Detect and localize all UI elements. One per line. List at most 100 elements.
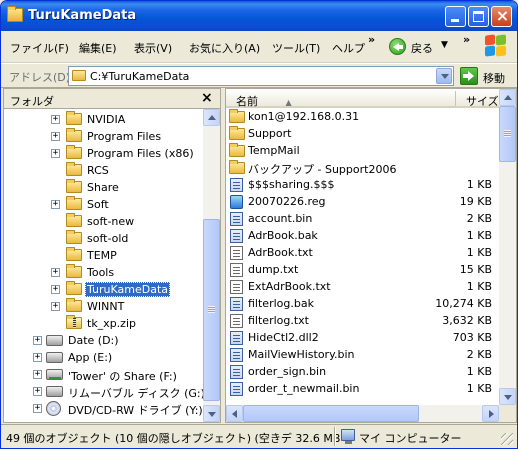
scroll-right-button[interactable] — [482, 405, 499, 422]
tree-item[interactable]: soft-old — [4, 230, 203, 247]
tree-item[interactable]: + NVIDIA — [4, 111, 203, 128]
address-input[interactable]: C:¥TuruKameData — [68, 66, 454, 86]
title-bar[interactable]: TuruKameData × — [1, 1, 517, 31]
expand-toggle-icon[interactable]: + — [51, 285, 60, 294]
folder-pane-close-button[interactable]: × — [201, 90, 213, 106]
cd-drive-icon — [46, 401, 61, 416]
menu-tools[interactable]: ツール(T) — [272, 40, 320, 56]
address-label: アドレス(D) — [9, 71, 71, 84]
expand-toggle-icon[interactable]: + — [33, 336, 42, 345]
registry-file-icon — [230, 195, 243, 209]
file-row[interactable]: バックアップ - Support2006 — [226, 159, 499, 176]
tree-item[interactable]: + 'Tower' の Share (F:) — [4, 366, 203, 383]
menu-edit[interactable]: 編集(E) — [79, 40, 117, 56]
menu-overflow-chevron[interactable]: » — [368, 33, 375, 46]
folder-pane: フォルダ × + NVIDIA + Program Files + Program Fil… — [3, 88, 221, 423]
file-row[interactable]: filterlog.txt 3,632 KB — [226, 312, 499, 329]
status-bar: 49 個のオブジェクト (10 個の隠しオブジェクト) (空きデ 32.6 MB… — [1, 424, 517, 448]
hscroll-thumb[interactable] — [243, 405, 419, 422]
file-name: Support — [248, 127, 292, 140]
tree-item[interactable]: soft-new — [4, 213, 203, 230]
minimize-button[interactable] — [445, 6, 466, 27]
file-row[interactable]: $$$sharing.$$$ 1 KB — [226, 176, 499, 193]
expand-toggle-icon[interactable]: + — [33, 404, 42, 413]
file-row[interactable]: TempMail — [226, 142, 499, 159]
menu-file[interactable]: ファイル(F) — [10, 40, 69, 56]
file-row[interactable]: filterlog.bak 10,274 KB — [226, 295, 499, 312]
file-row[interactable]: dump.txt 15 KB — [226, 261, 499, 278]
text-file-icon — [230, 314, 243, 328]
expand-toggle-icon[interactable]: + — [51, 132, 60, 141]
file-row[interactable]: kon1@192.168.0.31 — [226, 108, 499, 125]
menu-bar: ファイル(F) 編集(E) 表示(V) お気に入り(A) ツール(T) ヘルプ … — [1, 31, 517, 63]
expand-toggle-icon[interactable]: + — [51, 115, 60, 124]
tree-item[interactable]: tk_xp.zip — [4, 315, 203, 332]
folder-tree-scrollbar[interactable] — [203, 109, 220, 422]
scroll-up-button[interactable] — [499, 89, 516, 106]
file-row[interactable]: ExtAdrBook.txt 1 KB — [226, 278, 499, 295]
file-row[interactable]: AdrBook.txt 1 KB — [226, 244, 499, 261]
back-button[interactable]: 戻る ▼ — [389, 37, 454, 57]
file-row[interactable]: Support — [226, 125, 499, 142]
window-title: TuruKameData — [28, 8, 137, 23]
scroll-thumb[interactable] — [203, 219, 220, 401]
file-row[interactable]: 20070226.reg 19 KB — [226, 193, 499, 210]
tree-item[interactable]: + Date (D:) — [4, 332, 203, 349]
folder-icon — [66, 247, 82, 261]
menu-favorites[interactable]: お気に入り(A) — [189, 40, 260, 56]
tree-item[interactable]: + TuruKameData — [4, 281, 203, 298]
expand-toggle-icon[interactable]: + — [51, 302, 60, 311]
menu-help[interactable]: ヘルプ — [332, 40, 365, 56]
tree-item[interactable]: Share — [4, 179, 203, 196]
folder-icon — [229, 160, 245, 174]
expand-toggle-icon[interactable]: + — [51, 268, 60, 277]
tree-item[interactable]: + WINNT — [4, 298, 203, 315]
close-button[interactable]: × — [491, 6, 512, 27]
file-row[interactable]: order_t_newmail.bin 1 KB — [226, 380, 499, 397]
scroll-left-button[interactable] — [226, 405, 243, 422]
go-button[interactable]: 移動 — [460, 67, 516, 85]
scroll-up-button[interactable] — [203, 109, 220, 126]
back-dropdown-icon[interactable]: ▼ — [441, 40, 448, 50]
menu-view[interactable]: 表示(V) — [134, 40, 172, 56]
expand-toggle-icon[interactable]: + — [33, 370, 42, 379]
file-row[interactable]: account.bin 2 KB — [226, 210, 499, 227]
file-list-scrollbar[interactable] — [499, 89, 516, 405]
address-dropdown-button[interactable] — [436, 68, 452, 84]
scroll-thumb[interactable] — [499, 106, 516, 162]
folder-icon — [229, 126, 245, 140]
file-row[interactable]: MailViewHistory.bin 2 KB — [226, 346, 499, 363]
column-separator[interactable] — [455, 91, 456, 106]
file-row[interactable]: AdrBook.bak 1 KB — [226, 227, 499, 244]
file-row[interactable]: order_sign.bin 1 KB — [226, 363, 499, 380]
expand-toggle-icon[interactable]: + — [33, 353, 42, 362]
resize-grip[interactable] — [501, 433, 513, 445]
tree-item[interactable]: + Program Files (x86) — [4, 145, 203, 162]
scroll-down-button[interactable] — [499, 388, 516, 405]
status-location: マイ コンピューター — [359, 432, 462, 445]
tree-item[interactable]: + リムーバブル ディスク (G:) — [4, 383, 203, 400]
column-name-header[interactable]: 名前 ▲ — [236, 93, 292, 109]
tree-item-label: RCS — [87, 164, 109, 177]
column-name-label: 名前 — [236, 95, 258, 108]
file-name: バックアップ - Support2006 — [248, 163, 397, 176]
column-size-header[interactable]: サイズ — [466, 93, 499, 109]
maximize-button[interactable] — [468, 6, 489, 27]
toolbar-overflow-chevron[interactable]: » — [463, 33, 470, 46]
expand-toggle-icon[interactable]: + — [51, 149, 60, 158]
expand-toggle-icon[interactable]: + — [33, 387, 42, 396]
tree-item[interactable]: + App (E:) — [4, 349, 203, 366]
file-row[interactable]: HideCtl2.dll2 703 KB — [226, 329, 499, 346]
folder-icon — [72, 70, 86, 81]
tree-item[interactable]: RCS — [4, 162, 203, 179]
folder-icon — [229, 109, 245, 123]
folder-icon — [66, 298, 82, 312]
tree-item[interactable]: + Soft — [4, 196, 203, 213]
expand-toggle-icon[interactable]: + — [51, 200, 60, 209]
tree-item[interactable]: TEMP — [4, 247, 203, 264]
scroll-down-button[interactable] — [203, 405, 220, 422]
file-list-hscrollbar[interactable] — [226, 405, 499, 422]
tree-item[interactable]: + Tools — [4, 264, 203, 281]
tree-item[interactable]: + Program Files — [4, 128, 203, 145]
tree-item[interactable]: + DVD/CD-RW ドライブ (Y:) — [4, 400, 203, 417]
